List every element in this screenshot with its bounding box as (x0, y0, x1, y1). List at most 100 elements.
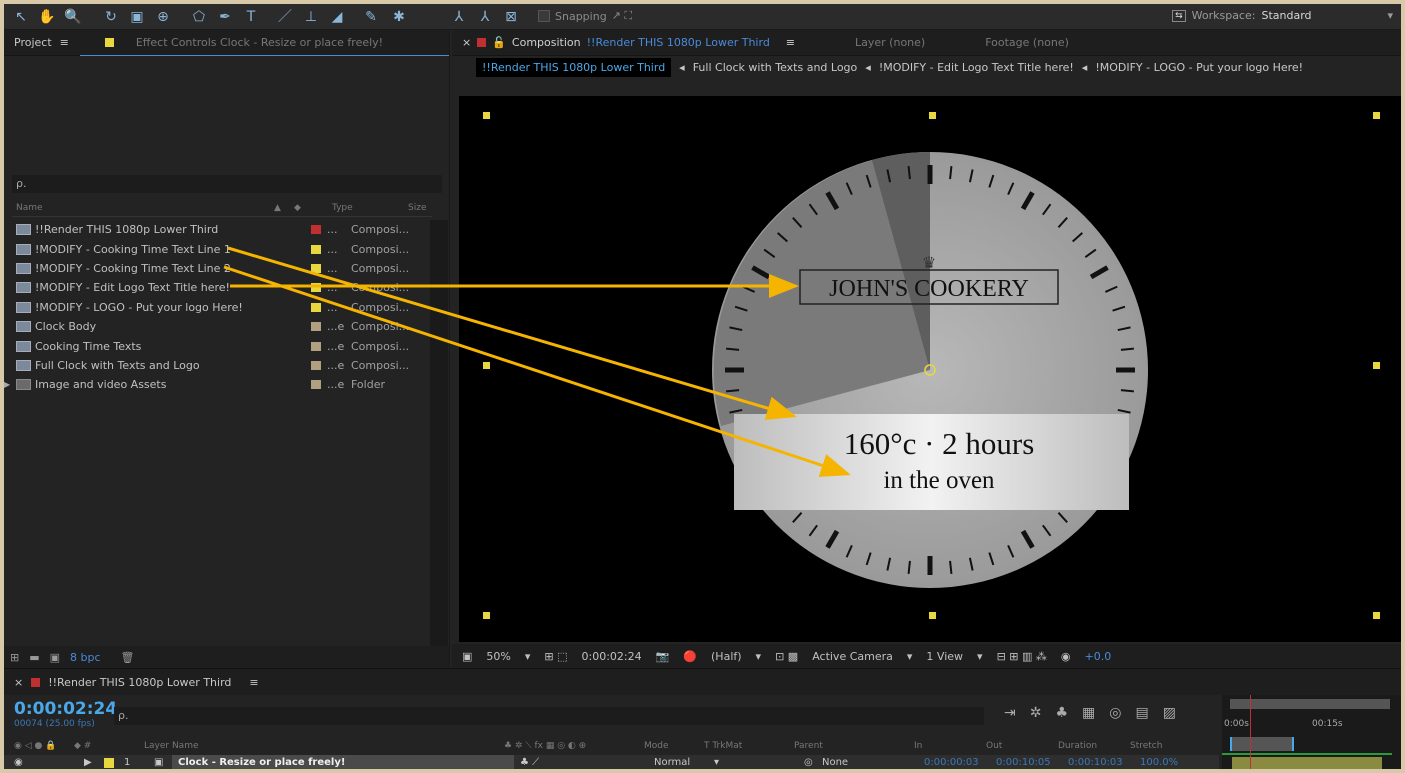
tab-footage[interactable]: Footage (none) (975, 30, 1079, 56)
channel-icon[interactable]: 🔴 (683, 650, 697, 663)
label-swatch[interactable] (311, 341, 321, 351)
tab-composition[interactable]: × 🔓 Composition !!Render THIS 1080p Lowe… (452, 30, 805, 56)
list-item[interactable]: Clock Body ...e Composi... (12, 317, 432, 336)
snapshot-icon[interactable]: 📷 (656, 650, 670, 663)
new-folder-icon[interactable]: ▬ (29, 651, 39, 664)
breadcrumb[interactable]: !MODIFY - Edit Logo Text Title here! (879, 61, 1074, 74)
column-in[interactable]: In (914, 741, 986, 751)
puppet-tool-icon[interactable]: ✱ (388, 8, 410, 26)
timeline-current-time[interactable]: 0:00:02:24 (14, 699, 117, 719)
project-scrollbar[interactable] (430, 220, 448, 650)
interpret-footage-icon[interactable]: ⊞ (10, 651, 19, 664)
column-parent[interactable]: Parent (794, 741, 914, 751)
chevron-down-icon[interactable]: ▾ (907, 650, 913, 663)
motion-blur-icon[interactable]: ◎ (1109, 705, 1121, 721)
rotate-tool-icon[interactable]: ↻ (100, 8, 122, 26)
chevron-down-icon[interactable]: ▾ (756, 650, 762, 663)
current-time-display[interactable]: 0:00:02:24 (582, 650, 642, 663)
column-mode[interactable]: Mode (644, 741, 704, 751)
layer-in[interactable]: 0:00:00:03 (924, 757, 996, 768)
tab-layer[interactable]: Layer (none) (845, 30, 935, 56)
table-row[interactable]: ◉ ▶ 1 ▣ Clock - Resize or place freely! … (4, 755, 1219, 769)
label-swatch[interactable] (311, 283, 321, 293)
layer-duration-bar[interactable] (1232, 757, 1382, 769)
eraser-tool-icon[interactable]: ◢ (326, 8, 348, 26)
breadcrumb[interactable]: !MODIFY - LOGO - Put your logo Here! (1095, 61, 1303, 74)
column-stretch[interactable]: Stretch (1130, 741, 1162, 751)
label-swatch[interactable] (311, 225, 321, 235)
tab-timeline-name[interactable]: !!Render THIS 1080p Lower Third (48, 676, 231, 689)
label-swatch[interactable] (311, 302, 321, 312)
label-swatch[interactable] (311, 360, 321, 370)
column-trkmat[interactable]: T TrkMat (704, 741, 794, 751)
column-out[interactable]: Out (986, 741, 1058, 751)
label-swatch[interactable] (311, 322, 321, 332)
layer-duration[interactable]: 0:00:10:03 (1068, 757, 1140, 768)
zoom-tool-icon[interactable]: 🔍 (62, 8, 84, 26)
draft-3d-icon[interactable]: ✲ (1030, 705, 1042, 721)
type-tool-icon[interactable]: T (240, 8, 262, 26)
timeline-search-input[interactable]: ρ. (114, 707, 984, 725)
pen-tool-icon[interactable]: ✒ (214, 8, 236, 26)
label-swatch[interactable] (311, 263, 321, 273)
list-item[interactable]: Full Clock with Texts and Logo ...e Comp… (12, 356, 432, 375)
label-swatch[interactable] (311, 380, 321, 390)
always-preview-icon[interactable]: ▣ (462, 650, 472, 663)
column-layer-name[interactable]: Layer Name (144, 741, 504, 751)
tab-project[interactable]: Project ≡ (4, 30, 79, 56)
clone-stamp-tool-icon[interactable]: ⊥ (300, 8, 322, 26)
roto-brush-tool-icon[interactable]: ✎ (360, 8, 382, 26)
hand-tool-icon[interactable]: ✋ (36, 8, 58, 26)
project-search-input[interactable]: ρ. (12, 175, 442, 193)
trash-icon[interactable]: 🗑 (121, 651, 135, 664)
sort-icon[interactable]: ▲ (274, 203, 294, 216)
zoom-dropdown[interactable]: 50% (486, 650, 510, 663)
label-column-icon[interactable]: ◆ (294, 203, 332, 216)
new-composition-icon[interactable]: ▣ (50, 651, 60, 664)
chevron-down-icon[interactable]: ▾ (714, 757, 804, 768)
panel-menu-icon[interactable]: ≡ (60, 36, 69, 49)
pan-behind-tool-icon[interactable]: ⊕ (152, 8, 174, 26)
composition-viewer[interactable]: JOHN'S COOKERY ♛ 160°c · 2 hours in the … (459, 96, 1401, 642)
exposure-value[interactable]: +0.0 (1085, 650, 1112, 663)
panel-menu-icon[interactable]: ≡ (786, 36, 795, 49)
layer-stretch[interactable]: 100.0% (1140, 757, 1178, 768)
frame-blending-icon[interactable]: ▦ (1082, 705, 1095, 721)
layer-parent-dropdown[interactable]: None (822, 757, 924, 768)
tab-effect-controls[interactable]: Effect Controls Clock - Resize or place … (95, 30, 393, 56)
visibility-eye-icon[interactable]: ◉ (4, 757, 44, 768)
breadcrumb[interactable]: !!Render THIS 1080p Lower Third (476, 57, 672, 77)
snapping-toggle[interactable]: Snapping ↗ ⛶ (538, 9, 632, 23)
region-icon[interactable]: ⊡ ▩ (775, 650, 798, 663)
snapping-checkbox[interactable] (538, 10, 550, 22)
camera-tool-icon[interactable]: ▣ (126, 8, 148, 26)
workspace-icon[interactable]: ⇆ (1172, 9, 1186, 22)
world-axis-icon[interactable]: ⅄ (474, 8, 496, 26)
workspace-value[interactable]: Standard (1261, 9, 1381, 22)
camera-dropdown[interactable]: Active Camera (812, 650, 893, 663)
lock-icon[interactable]: 🔓 (492, 36, 506, 49)
chevron-down-icon[interactable]: ▾ (977, 650, 983, 663)
resolution-dropdown[interactable]: (Half) (711, 650, 742, 663)
chevron-down-icon[interactable]: ▾ (525, 650, 531, 663)
brush-tool-icon[interactable]: ／ (274, 8, 296, 26)
grid-icon[interactable]: ⊞ ⬚ (544, 650, 567, 663)
close-icon[interactable]: × (462, 36, 471, 49)
composition-mini-flowchart-icon[interactable]: ⇥ (1004, 705, 1016, 721)
work-area-bar[interactable] (1230, 699, 1390, 709)
list-item[interactable]: !MODIFY - LOGO - Put your logo Here! ...… (12, 298, 432, 317)
label-swatch[interactable] (104, 757, 114, 768)
time-ruler[interactable]: 0:00s 00:15s (1222, 715, 1401, 735)
shy-layers-icon[interactable]: ♣ (1055, 705, 1068, 721)
graph-editor-icon[interactable]: ▤ (1135, 705, 1148, 721)
layer-switches-icon[interactable]: ♣ ⟋ (514, 757, 654, 768)
list-item[interactable]: !MODIFY - Edit Logo Text Title here! ...… (12, 278, 432, 297)
close-icon[interactable]: × (14, 676, 23, 689)
graph-icon[interactable]: ▨ (1163, 705, 1176, 721)
bit-depth-button[interactable]: 8 bpc (70, 651, 101, 664)
layer-name[interactable]: Clock - Resize or place freely! (172, 755, 514, 769)
column-size[interactable]: Size (408, 203, 426, 216)
breadcrumb[interactable]: Full Clock with Texts and Logo (693, 61, 858, 74)
list-item[interactable]: Cooking Time Texts ...e Composi... (12, 336, 432, 355)
shape-tool-icon[interactable]: ⬠ (188, 8, 210, 26)
